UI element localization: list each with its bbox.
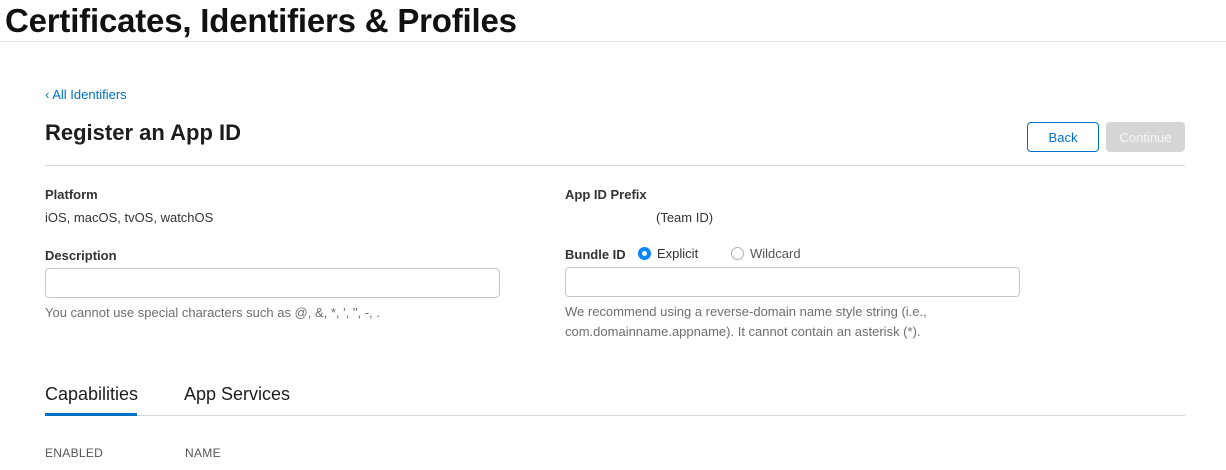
active-tab-indicator xyxy=(45,413,137,416)
description-label: Description xyxy=(45,248,117,263)
wildcard-radio-option[interactable]: Wildcard xyxy=(731,246,801,261)
column-header-name: NAME xyxy=(185,446,221,460)
site-title: Certificates, Identifiers & Profiles xyxy=(5,2,517,39)
top-divider xyxy=(0,41,1226,42)
continue-button[interactable]: Continue xyxy=(1106,122,1185,152)
description-input[interactable] xyxy=(45,268,500,298)
wildcard-radio-button[interactable] xyxy=(731,247,744,260)
explicit-radio-label: Explicit xyxy=(657,246,699,261)
bundle-id-label: Bundle ID xyxy=(565,247,626,262)
explicit-radio-button[interactable] xyxy=(638,247,651,260)
platform-label: Platform xyxy=(45,187,98,202)
app-id-prefix-value: (Team ID) xyxy=(656,210,714,225)
bundle-id-hint-line2: com.domainname.appname). It cannot conta… xyxy=(565,324,921,339)
wildcard-radio-label: Wildcard xyxy=(750,246,801,261)
description-hint: You cannot use special characters such a… xyxy=(45,305,380,320)
tab-capabilities[interactable]: Capabilities xyxy=(45,384,138,405)
tabs-divider xyxy=(45,415,1185,416)
app-id-prefix-label: App ID Prefix xyxy=(565,187,647,202)
platform-value: iOS, macOS, tvOS, watchOS xyxy=(45,210,214,225)
explicit-radio-option[interactable]: Explicit xyxy=(638,246,698,261)
column-header-enabled: ENABLED xyxy=(45,446,104,460)
header-divider xyxy=(45,165,1185,166)
bundle-id-input[interactable] xyxy=(565,267,1020,297)
back-button[interactable]: Back xyxy=(1027,122,1099,152)
page-title: Register an App ID xyxy=(45,120,241,145)
all-identifiers-link[interactable]: ‹ All Identifiers xyxy=(45,87,127,102)
tab-app-services[interactable]: App Services xyxy=(184,384,290,405)
bundle-id-hint-line1: We recommend using a reverse-domain name… xyxy=(565,304,927,319)
